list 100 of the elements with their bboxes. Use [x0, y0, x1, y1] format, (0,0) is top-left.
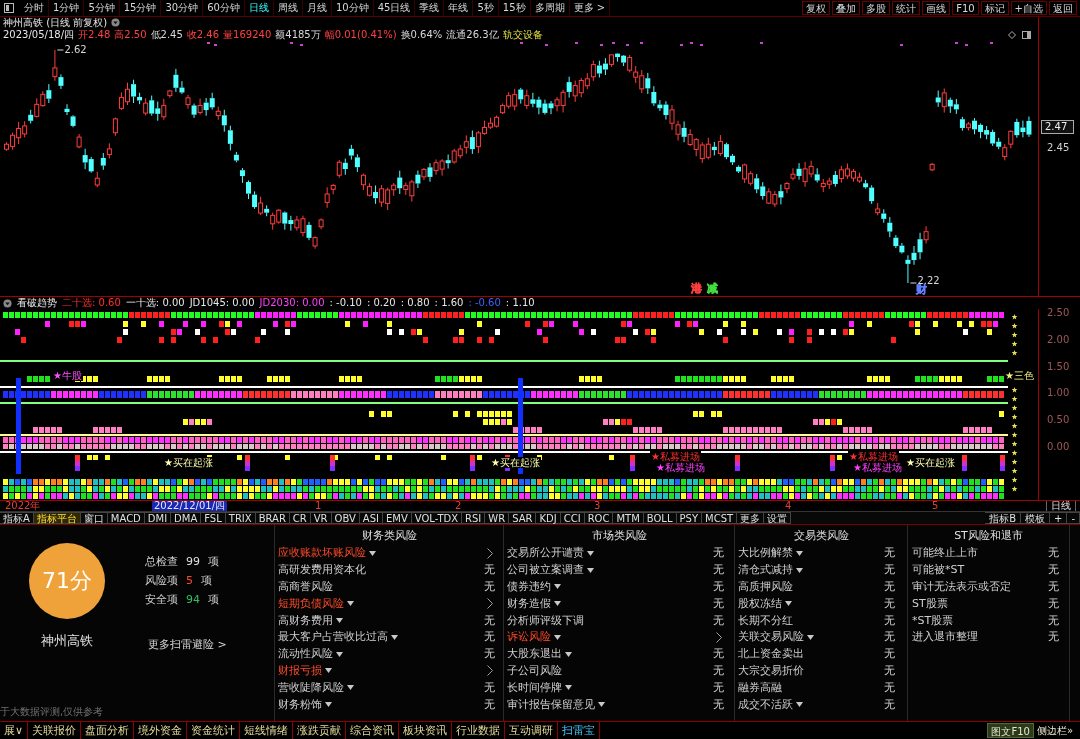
caret-down-icon[interactable]	[796, 550, 803, 556]
caret-down-icon[interactable]	[369, 550, 376, 556]
period-tab[interactable]: 60分钟	[203, 0, 245, 16]
toolbar-button[interactable]: F10	[952, 1, 979, 15]
period-tab[interactable]: 分时	[20, 0, 49, 16]
toolbar-button[interactable]: 复权	[802, 1, 831, 15]
caret-down-icon[interactable]	[565, 651, 572, 657]
caret-down-icon[interactable]	[336, 651, 343, 657]
bottom-tab[interactable]: 互动调研	[505, 722, 559, 739]
chevron-right-icon[interactable]	[487, 598, 493, 610]
risk-item[interactable]: 财报亏损	[278, 663, 322, 678]
period-tab[interactable]: 多周期	[530, 0, 570, 16]
risk-item[interactable]: 债券违约	[507, 580, 551, 594]
caret-down-icon[interactable]	[598, 702, 605, 708]
risk-item[interactable]: 分析师评级下调	[507, 613, 584, 628]
risk-item[interactable]: 子公司风险	[507, 663, 562, 678]
period-tab[interactable]: 周线	[273, 0, 303, 16]
risk-item[interactable]: 最大客户占营收比过高	[278, 630, 388, 645]
risk-item[interactable]: 进入退市整理	[912, 630, 978, 645]
bottom-tab[interactable]: 综合资讯	[346, 722, 400, 739]
caret-down-icon[interactable]	[554, 584, 561, 590]
risk-item[interactable]: 大宗交易折价	[738, 663, 804, 678]
period-tab[interactable]: 季线	[415, 0, 445, 16]
bottom-tab[interactable]: 扫雷宝	[558, 722, 601, 739]
chevron-right-icon[interactable]	[487, 665, 493, 677]
risk-item[interactable]: 短期负债风险	[278, 596, 344, 611]
period-tab[interactable]: 15秒	[498, 0, 531, 16]
caret-down-icon[interactable]	[785, 601, 792, 607]
period-tab[interactable]: 年线	[444, 0, 474, 16]
indicator-tab[interactable]: 指标平台	[33, 512, 81, 524]
risk-item[interactable]: 应收账款坏账风险	[278, 546, 366, 561]
toolbar-button[interactable]: 统计	[892, 1, 921, 15]
risk-item[interactable]: 流动性风险	[278, 647, 333, 662]
caret-down-icon[interactable]	[325, 702, 332, 708]
bottom-tab[interactable]: 关联报价	[28, 722, 82, 739]
risk-item[interactable]: 大比例解禁	[738, 546, 793, 561]
caret-down-icon[interactable]	[796, 702, 803, 708]
bottom-tab[interactable]: 境外资金	[134, 722, 188, 739]
caret-down-icon[interactable]	[336, 618, 343, 624]
risk-item[interactable]: 清仓式减持	[738, 563, 793, 578]
bottom-tab[interactable]: 短线情绪	[240, 722, 294, 739]
period-tab[interactable]: 更多 >	[569, 0, 611, 16]
bottom-tab[interactable]: 涨跌贡献	[293, 722, 347, 739]
risk-item[interactable]: 北上资金卖出	[738, 647, 804, 662]
caret-down-icon[interactable]	[796, 567, 803, 573]
caret-down-icon[interactable]	[347, 601, 354, 607]
risk-item[interactable]: 融券高融	[738, 680, 782, 695]
panel-icon[interactable]	[4, 3, 14, 13]
caret-down-icon[interactable]	[391, 634, 398, 640]
period-tab[interactable]: 10分钟	[331, 0, 374, 16]
period-tab[interactable]: 15分钟	[119, 0, 162, 16]
chevron-right-icon[interactable]	[487, 547, 493, 559]
risk-item[interactable]: 审计无法表示或否定	[912, 580, 1011, 594]
risk-item[interactable]: *ST股票	[912, 613, 954, 628]
period-tab[interactable]: 30分钟	[161, 0, 204, 16]
risk-item[interactable]: 高财务费用	[278, 613, 333, 628]
risk-item[interactable]: 审计报告保留意见	[507, 697, 595, 712]
toolbar-button[interactable]: 画线	[922, 1, 951, 15]
period-tab[interactable]: 5分钟	[84, 0, 120, 16]
caret-down-icon[interactable]	[587, 567, 594, 573]
caret-down-icon[interactable]	[554, 601, 561, 607]
risk-item[interactable]: 财务造假	[507, 596, 551, 611]
caret-down-icon[interactable]	[587, 550, 594, 556]
bottom-tab[interactable]: 行业数据	[452, 722, 506, 739]
period-tab[interactable]: 月线	[302, 0, 332, 16]
caret-down-icon[interactable]	[807, 634, 814, 640]
bottom-tab[interactable]: 展∨	[0, 722, 29, 739]
risk-item[interactable]: 高质押风险	[738, 580, 793, 594]
risk-item[interactable]: 可能终止上市	[912, 546, 978, 561]
risk-item[interactable]: 财务粉饰	[278, 697, 322, 712]
more-link[interactable]: 更多扫雷避险 >	[148, 637, 227, 652]
risk-item[interactable]: 可能被*ST	[912, 563, 965, 578]
period-tab[interactable]: 1分钟	[49, 0, 85, 16]
toolbar-button[interactable]: 多股	[862, 1, 891, 15]
caret-circle-icon[interactable]	[3, 298, 12, 308]
risk-item[interactable]: ST股票	[912, 596, 948, 611]
period-tab[interactable]: 45日线	[373, 0, 416, 16]
risk-item[interactable]: 大股东退出	[507, 647, 562, 662]
caret-down-icon[interactable]	[554, 634, 561, 640]
bottom-tab[interactable]: 盘面分析	[81, 722, 135, 739]
risk-item[interactable]: 诉讼风险	[507, 630, 551, 645]
risk-item[interactable]: 交易所公开谴责	[507, 546, 584, 561]
period-tab[interactable]: 5秒	[473, 0, 499, 16]
caret-down-icon[interactable]	[565, 685, 572, 691]
toolbar-button[interactable]: 返回	[1049, 1, 1077, 15]
period-tab[interactable]: 日线	[244, 0, 274, 16]
risk-item[interactable]: 股权冻结	[738, 596, 782, 611]
caret-down-icon[interactable]	[325, 668, 332, 674]
risk-item[interactable]: 高商誉风险	[278, 580, 333, 594]
risk-item[interactable]: 成交不活跃	[738, 697, 793, 712]
status-button[interactable]: 侧边栏»	[1033, 723, 1076, 738]
caret-down-icon[interactable]	[347, 685, 354, 691]
risk-item[interactable]: 关联交易风险	[738, 630, 804, 645]
bottom-tab[interactable]: 板块资讯	[399, 722, 453, 739]
toolbar-button[interactable]: 叠加	[832, 1, 861, 15]
risk-item[interactable]: 营收陡降风险	[278, 680, 344, 695]
bottom-tab[interactable]: 资金统计	[187, 722, 241, 739]
chevron-right-icon[interactable]	[716, 631, 722, 643]
risk-item[interactable]: 公司被立案调查	[507, 563, 584, 578]
risk-item[interactable]: 长时间停牌	[507, 680, 562, 695]
